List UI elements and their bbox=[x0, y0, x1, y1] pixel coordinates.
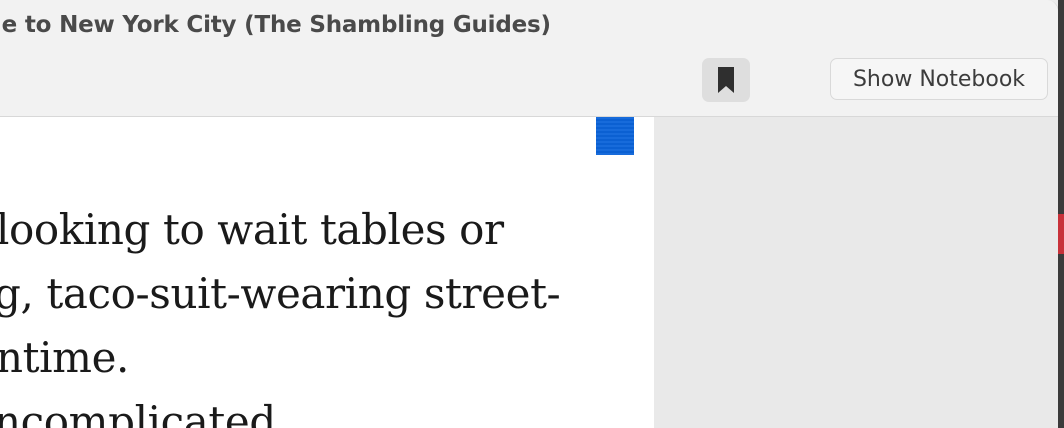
text-line: g, taco-suit-wearing street- bbox=[0, 269, 561, 318]
bookmark-icon bbox=[718, 67, 734, 93]
title-bar: le to New York City (The Shambling Guide… bbox=[0, 0, 1058, 117]
text-line: ntime. bbox=[0, 333, 129, 382]
reader-window: le to New York City (The Shambling Guide… bbox=[0, 0, 1059, 428]
show-notebook-button[interactable]: Show Notebook bbox=[830, 58, 1048, 100]
text-line: looking to wait tables or bbox=[0, 205, 504, 254]
notebook-panel bbox=[654, 117, 1058, 428]
bookmark-button[interactable] bbox=[702, 58, 750, 102]
text-line: ncomplicated bbox=[0, 397, 276, 428]
book-page: looking to wait tables or g, taco-suit-w… bbox=[0, 117, 654, 428]
background-window-edge bbox=[1058, 0, 1064, 428]
bookmark-ribbon[interactable] bbox=[596, 117, 634, 155]
background-window-accent bbox=[1058, 214, 1064, 254]
book-title: le to New York City (The Shambling Guide… bbox=[0, 12, 551, 38]
